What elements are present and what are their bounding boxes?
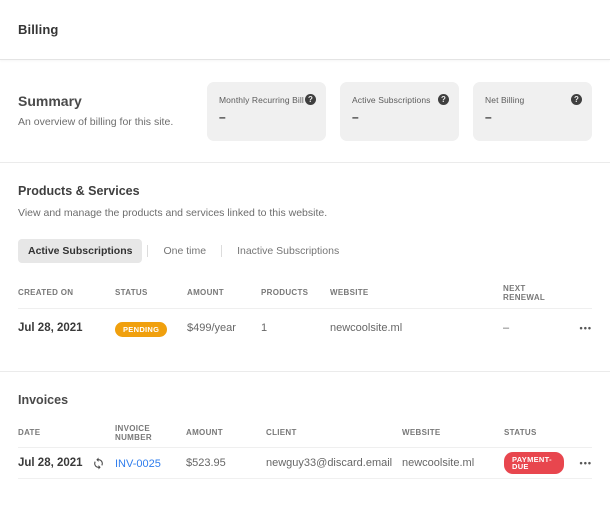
row-overflow-menu-icon[interactable]: •••	[580, 321, 592, 335]
col-client: Client	[266, 428, 297, 437]
invoice-number-cell: INV-0025	[115, 454, 186, 472]
invoices-section: Invoices Date Invoice Number Amount Clie…	[0, 372, 610, 479]
next-renewal-value: –	[503, 322, 510, 334]
col-amount: Amount	[186, 428, 223, 437]
subscription-row: Jul 28, 2021 PENDING $499/year 1 newcool…	[18, 309, 592, 347]
status-badge-pending: PENDING	[115, 322, 168, 337]
products-services-subtitle: View and manage the products and service…	[18, 207, 328, 219]
col-next-renewal: Next Renewal	[503, 283, 546, 302]
col-status: Status	[504, 428, 537, 437]
row-overflow-menu-icon[interactable]: •••	[580, 456, 592, 470]
recurring-refresh-icon[interactable]	[92, 457, 105, 470]
stat-label: Active Subscriptions	[352, 95, 431, 105]
stat-label: Net Billing	[485, 95, 525, 105]
tab-active-subscriptions[interactable]: Active Subscriptions	[18, 239, 143, 263]
summary-cards: Monthly Recurring Bill ? – Active Subscr…	[207, 60, 592, 162]
col-date: Date	[18, 428, 41, 437]
status-cell: PENDING	[115, 319, 187, 337]
stat-label: Monthly Recurring Bill	[219, 95, 304, 105]
tab-divider	[147, 245, 149, 257]
date-cell: Jul 28, 2021	[18, 457, 115, 470]
summary-subtitle: An overview of billing for this site.	[18, 116, 174, 128]
invoice-website-value: newcoolsite.ml	[402, 457, 475, 469]
invoice-number-link[interactable]: INV-0025	[115, 458, 161, 470]
tab-one-time[interactable]: One time	[153, 239, 216, 263]
tab-inactive-subscriptions[interactable]: Inactive Subscriptions	[227, 239, 349, 263]
stat-value: –	[352, 110, 359, 124]
help-icon[interactable]: ?	[571, 94, 582, 105]
summary-text: Summary An overview of billing for this …	[18, 60, 196, 162]
status-badge-payment-due: PAYMENT-DUE	[504, 451, 564, 474]
created-on-value: Jul 28, 2021	[18, 322, 83, 334]
help-icon[interactable]: ?	[438, 94, 449, 105]
products-services-heading: Products & Services	[18, 184, 140, 198]
subscriptions-table: Created On Status Amount Products Websit…	[18, 277, 592, 347]
invoices-table-header: Date Invoice Number Amount Client Websit…	[18, 418, 592, 448]
col-invoice-number: Invoice Number	[115, 423, 152, 442]
col-website: Website	[402, 428, 441, 437]
col-created-on: Created On	[18, 288, 74, 297]
invoice-date-value: Jul 28, 2021	[18, 457, 83, 469]
invoice-status-cell: PAYMENT-DUE	[504, 451, 564, 475]
products-services-section: Products & Services View and manage the …	[0, 163, 610, 372]
invoice-client-value: newguy33@discard.email	[266, 457, 393, 469]
invoice-amount-value: $523.95	[186, 457, 226, 469]
products-count-value: 1	[261, 322, 268, 334]
col-website: Website	[330, 288, 369, 297]
subscriptions-table-header: Created On Status Amount Products Websit…	[18, 277, 592, 309]
invoices-table: Date Invoice Number Amount Client Websit…	[18, 418, 592, 479]
summary-heading: Summary	[18, 93, 82, 109]
col-products: Products	[261, 288, 309, 297]
stat-value: –	[219, 110, 226, 124]
stat-card-net-billing: Net Billing ? –	[473, 82, 592, 141]
invoice-row: Jul 28, 2021 INV-0025 $523.95 newguy33@d…	[18, 448, 592, 479]
subscription-tabs: Active Subscriptions One time Inactive S…	[18, 239, 592, 263]
invoices-heading: Invoices	[18, 393, 69, 407]
page-header: Billing	[0, 0, 610, 60]
help-icon[interactable]: ?	[305, 94, 316, 105]
amount-value: $499/year	[187, 322, 236, 334]
tab-divider	[221, 245, 223, 257]
website-value: newcoolsite.ml	[330, 322, 403, 334]
summary-section: Summary An overview of billing for this …	[0, 60, 610, 163]
stat-card-monthly-recurring-bill: Monthly Recurring Bill ? –	[207, 82, 326, 141]
page-title: Billing	[18, 22, 59, 37]
col-amount: Amount	[187, 288, 224, 297]
stat-card-active-subscriptions: Active Subscriptions ? –	[340, 82, 459, 141]
stat-value: –	[485, 110, 492, 124]
col-status: Status	[115, 288, 148, 297]
